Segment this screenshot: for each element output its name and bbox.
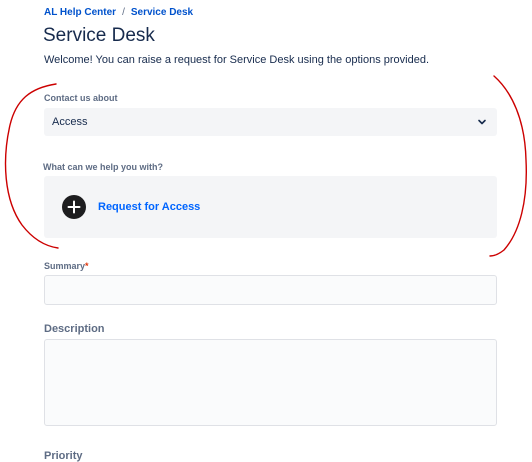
summary-input[interactable] bbox=[44, 275, 497, 305]
priority-label: Priority bbox=[44, 450, 83, 462]
chevron-down-icon bbox=[477, 117, 487, 127]
description-label: Description bbox=[44, 323, 105, 335]
description-textarea[interactable] bbox=[44, 339, 497, 426]
summary-label-text: Summary bbox=[44, 261, 86, 271]
summary-label: Summary* bbox=[44, 261, 89, 271]
request-type-label: Request for Access bbox=[98, 201, 201, 213]
help-label: What can we help you with? bbox=[43, 162, 164, 172]
request-type-option[interactable]: Request for Access bbox=[44, 176, 497, 238]
breadcrumb: AL Help Center / Service Desk bbox=[44, 7, 193, 18]
required-marker: * bbox=[85, 261, 89, 271]
contact-label: Contact us about bbox=[44, 93, 118, 103]
add-circle-icon bbox=[62, 195, 86, 219]
breadcrumb-link-help-center[interactable]: AL Help Center bbox=[44, 7, 116, 18]
breadcrumb-separator: / bbox=[122, 7, 125, 18]
contact-select-value: Access bbox=[52, 116, 88, 128]
welcome-text: Welcome! You can raise a request for Ser… bbox=[44, 54, 430, 66]
page-title: Service Desk bbox=[43, 25, 155, 46]
breadcrumb-link-service-desk[interactable]: Service Desk bbox=[131, 7, 193, 18]
contact-select[interactable]: Access bbox=[44, 108, 497, 136]
